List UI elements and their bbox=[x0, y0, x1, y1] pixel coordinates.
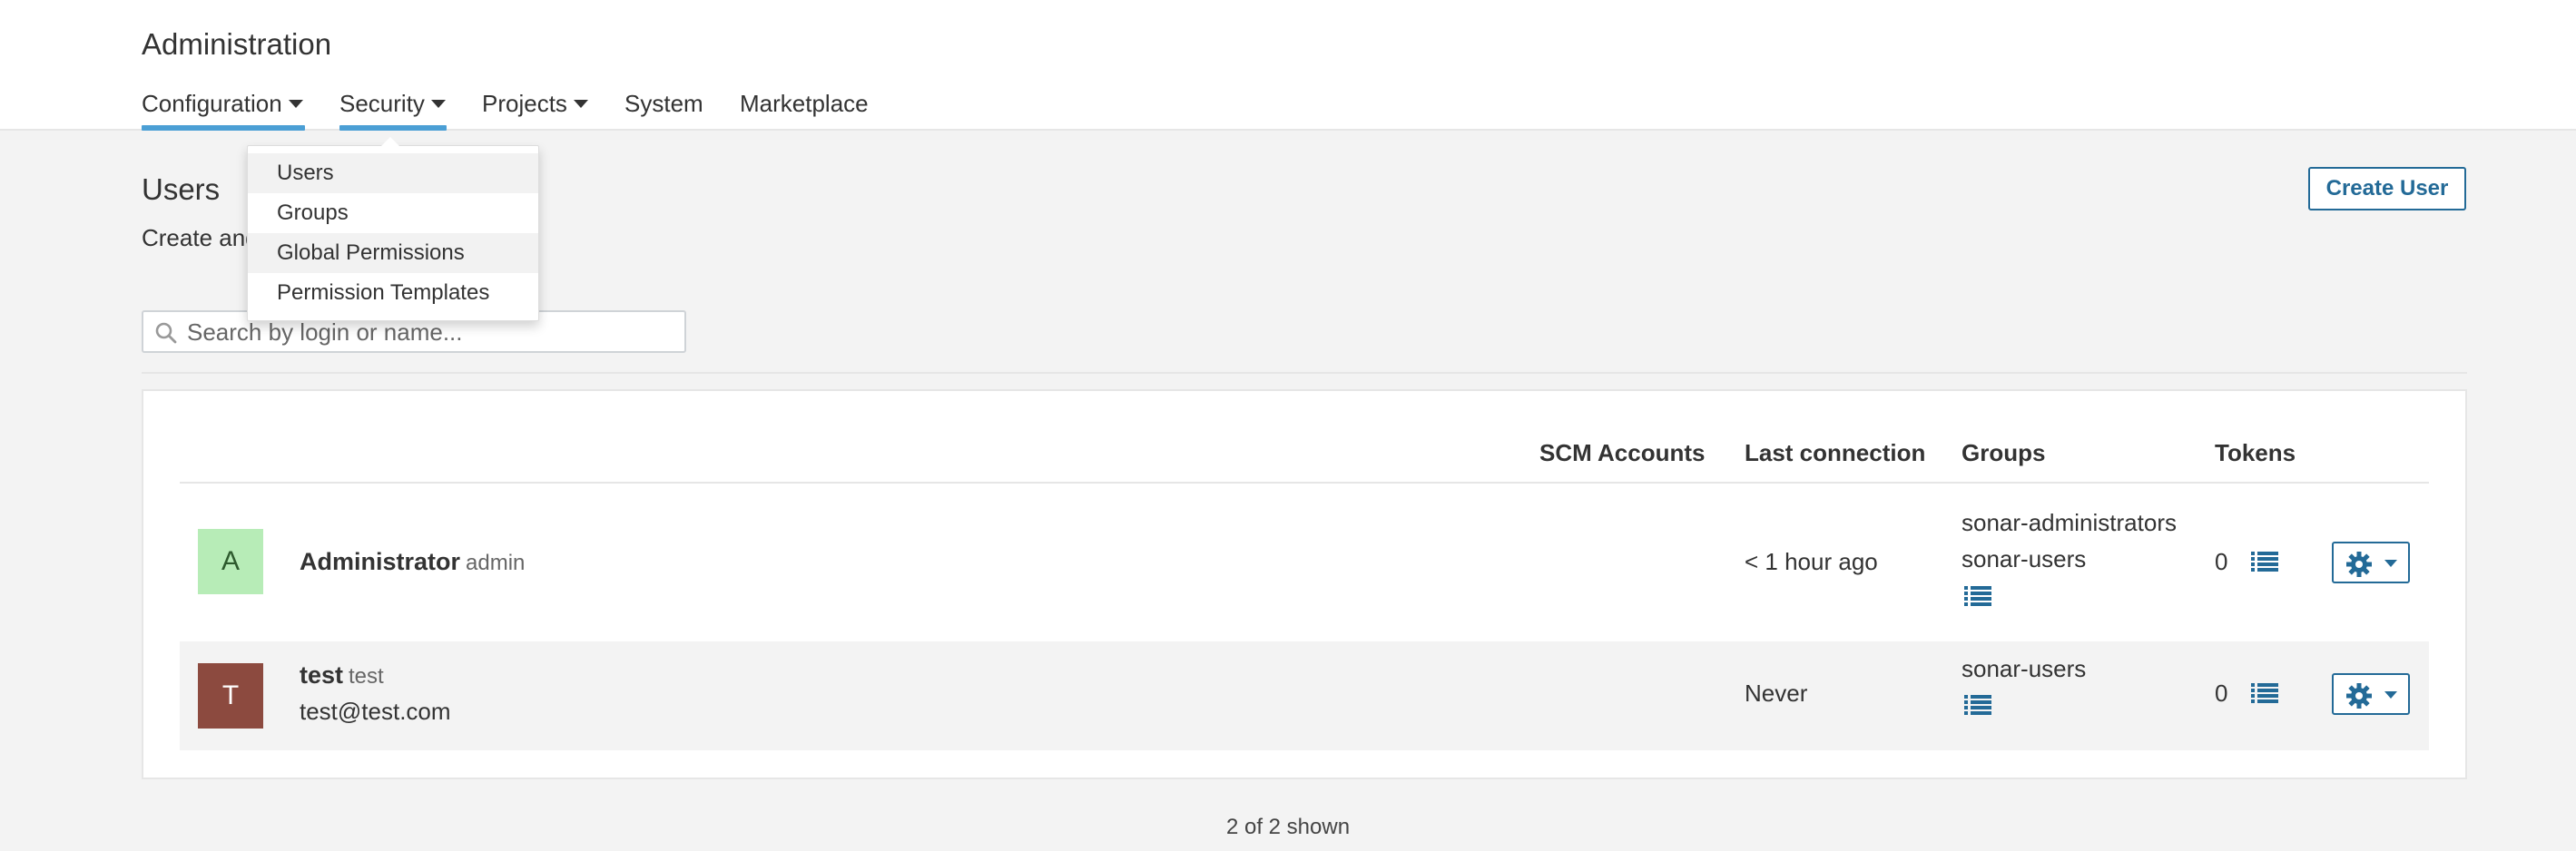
avatar: T bbox=[198, 663, 263, 729]
caret-down-icon bbox=[2384, 560, 2397, 567]
results-count: 2 of 2 shown bbox=[1225, 815, 1351, 839]
menu-item-permission-templates[interactable]: Permission Templates bbox=[248, 273, 538, 313]
last-connection: Never bbox=[1745, 680, 1808, 707]
column-scm-accounts: SCM Accounts bbox=[1539, 439, 1706, 466]
avatar-letter: A bbox=[221, 546, 240, 576]
group-name: sonar-administrators bbox=[1961, 509, 2177, 536]
caret-down-icon bbox=[2384, 691, 2397, 699]
nav-security[interactable]: Security bbox=[339, 87, 447, 131]
user-login: admin bbox=[466, 551, 526, 575]
users-table: SCM Accounts Last connection Groups Toke… bbox=[142, 389, 2467, 779]
nav-marketplace-label: Marketplace bbox=[740, 90, 869, 117]
avatar-letter: T bbox=[221, 680, 240, 710]
nav-configuration-label: Configuration bbox=[142, 90, 282, 117]
menu-item-global-permissions[interactable]: Global Permissions bbox=[248, 233, 538, 273]
group-name: sonar-users bbox=[1961, 655, 2087, 682]
user-name: test test bbox=[300, 661, 384, 690]
user-login: test bbox=[349, 664, 384, 689]
nav-configuration[interactable]: Configuration bbox=[142, 87, 305, 131]
table-row: A Administrator admin < 1 hour ago sonar-… bbox=[180, 484, 2429, 639]
user-actions-button[interactable] bbox=[2332, 542, 2410, 583]
tokens-list-icon[interactable] bbox=[2251, 682, 2278, 704]
column-groups: Groups bbox=[1961, 439, 2046, 466]
token-count: 0 bbox=[2215, 548, 2228, 575]
menu-item-users[interactable]: Users bbox=[248, 153, 538, 193]
group-name: sonar-users bbox=[1961, 545, 2087, 572]
search-icon bbox=[155, 322, 177, 344]
nav-system[interactable]: System bbox=[624, 87, 706, 131]
divider bbox=[142, 372, 2467, 374]
top-header: Administration Configuration Security Pr… bbox=[0, 0, 2576, 131]
column-tokens: Tokens bbox=[2215, 439, 2296, 466]
nav-security-label: Security bbox=[339, 90, 425, 117]
caret-down-icon bbox=[573, 100, 588, 109]
page-title: Administration bbox=[142, 27, 332, 61]
edit-groups-list-icon[interactable] bbox=[1964, 694, 1991, 716]
avatar: A bbox=[198, 529, 263, 594]
table-row: T test test test@test.com Never sonar-use… bbox=[180, 641, 2429, 750]
nav-projects[interactable]: Projects bbox=[482, 87, 591, 131]
user-name: Administrator admin bbox=[300, 548, 525, 576]
user-display-name: test bbox=[300, 661, 344, 689]
header-divider bbox=[180, 482, 2429, 484]
security-dropdown-menu: Users Groups Global Permissions Permissi… bbox=[247, 137, 539, 321]
nav-system-label: System bbox=[624, 90, 703, 117]
menu-item-groups[interactable]: Groups bbox=[248, 193, 538, 233]
caret-down-icon bbox=[430, 100, 446, 109]
gear-icon bbox=[2346, 552, 2372, 577]
column-last-connection: Last connection bbox=[1745, 439, 1926, 466]
users-description-start: Create and bbox=[142, 224, 259, 251]
token-count: 0 bbox=[2215, 680, 2228, 707]
edit-groups-list-icon[interactable] bbox=[1964, 585, 1991, 607]
user-display-name: Administrator bbox=[300, 548, 461, 575]
nav-marketplace[interactable]: Marketplace bbox=[740, 87, 885, 131]
users-title: Users bbox=[142, 172, 221, 206]
caret-down-icon bbox=[288, 100, 303, 109]
gear-icon bbox=[2346, 683, 2372, 709]
user-email: test@test.com bbox=[300, 698, 451, 725]
nav-projects-label: Projects bbox=[482, 90, 567, 117]
tokens-list-icon[interactable] bbox=[2251, 551, 2278, 572]
user-actions-button[interactable] bbox=[2332, 673, 2410, 715]
last-connection: < 1 hour ago bbox=[1745, 548, 1878, 575]
create-user-button[interactable]: Create User bbox=[2308, 167, 2466, 210]
